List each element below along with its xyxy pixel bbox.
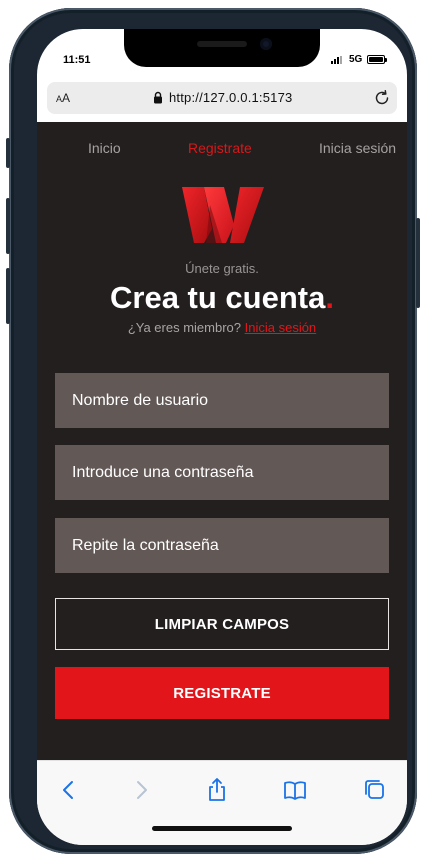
url-text[interactable]: http://127.0.0.1:5173: [169, 90, 292, 105]
notch: [124, 29, 320, 67]
web-page: Inicio Registrate Inicia sesión Únete gr…: [37, 122, 407, 760]
camera: [260, 38, 272, 50]
battery-icon: [367, 55, 387, 64]
title-accent-dot: .: [325, 280, 334, 315]
share-icon[interactable]: [204, 777, 230, 803]
phone-frame: 11:51 5G AA http://127.0.0.1:5173 Inicio…: [6, 8, 420, 854]
signal-icon: [331, 56, 342, 64]
member-prompt: ¿Ya eres miembro? Inicia sesión: [37, 320, 407, 335]
volume-down-button: [6, 268, 10, 324]
address-bar[interactable]: AA http://127.0.0.1:5173: [47, 82, 397, 114]
home-indicator: [152, 826, 292, 831]
login-link[interactable]: Inicia sesión: [245, 320, 317, 335]
member-text: ¿Ya eres miembro?: [127, 320, 241, 335]
hero-subtitle: Únete gratis.: [185, 261, 259, 276]
reload-icon[interactable]: [373, 89, 391, 107]
back-icon[interactable]: [56, 777, 82, 803]
browser-toolbar: [37, 760, 407, 845]
forward-icon[interactable]: [128, 777, 154, 803]
nav-item-registrate[interactable]: Registrate: [188, 140, 252, 156]
power-button: [416, 218, 420, 308]
brand-logo: [182, 187, 264, 243]
repeat-password-input[interactable]: Repite la contraseña: [55, 518, 389, 573]
nav-item-inicia-sesion[interactable]: Inicia sesión: [319, 140, 396, 156]
page-title: Crea tu cuenta.: [110, 280, 334, 315]
phone-screen: 11:51 5G AA http://127.0.0.1:5173 Inicio…: [37, 29, 407, 845]
status-time: 11:51: [63, 54, 91, 66]
password-input[interactable]: Introduce una contraseña: [55, 445, 389, 500]
username-input[interactable]: Nombre de usuario: [55, 373, 389, 428]
tabs-icon[interactable]: [362, 777, 388, 803]
nav-item-inicio[interactable]: Inicio: [88, 140, 121, 156]
register-button[interactable]: REGISTRATE: [55, 667, 389, 719]
bookmarks-icon[interactable]: [282, 777, 308, 803]
clear-fields-button[interactable]: LIMPIAR CAMPOS: [55, 598, 389, 650]
lock-icon: [154, 91, 162, 104]
text-size-button[interactable]: AA: [56, 91, 70, 105]
volume-up-button: [6, 198, 10, 254]
network-type: 5G: [349, 54, 363, 65]
mute-switch: [6, 138, 10, 168]
speaker: [197, 41, 247, 47]
